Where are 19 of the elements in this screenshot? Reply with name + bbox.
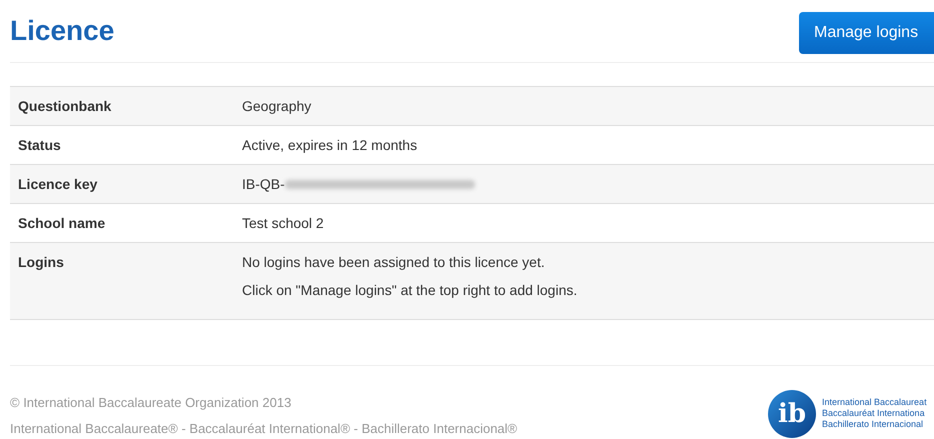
logo-text: Bachillerato Internacional [822, 419, 924, 430]
row-value: Test school 2 [242, 214, 324, 232]
footer-text: International Baccalaureate® - Baccalauréat International® - Bachillerato Internacional® [10, 420, 518, 438]
row-value: Geography [242, 97, 312, 115]
footer-text: © International Baccalaureate Organization 2013 [10, 394, 292, 412]
manage-logins-button[interactable]: Manage logins [799, 12, 934, 54]
page-title: Licence [10, 15, 114, 47]
row-value: No logins have been assigned to this licence yet. [242, 253, 545, 271]
row-value: IB-QB- [242, 175, 285, 193]
row-label: Logins [18, 254, 64, 270]
row-label: Questionbank [18, 98, 112, 114]
row-value: Click on "Manage logins" at the top right to add logins. [242, 281, 578, 299]
logo-text: Baccalauréat Internationa [822, 408, 926, 419]
row-label: Licence key [18, 176, 98, 192]
logo-mark: ib [778, 400, 806, 426]
row-value: Active, expires in 12 months [242, 136, 418, 154]
row-label: School name [18, 215, 106, 231]
logo-text: International Baccalaureat [822, 397, 928, 408]
row-label: Status [18, 137, 61, 153]
